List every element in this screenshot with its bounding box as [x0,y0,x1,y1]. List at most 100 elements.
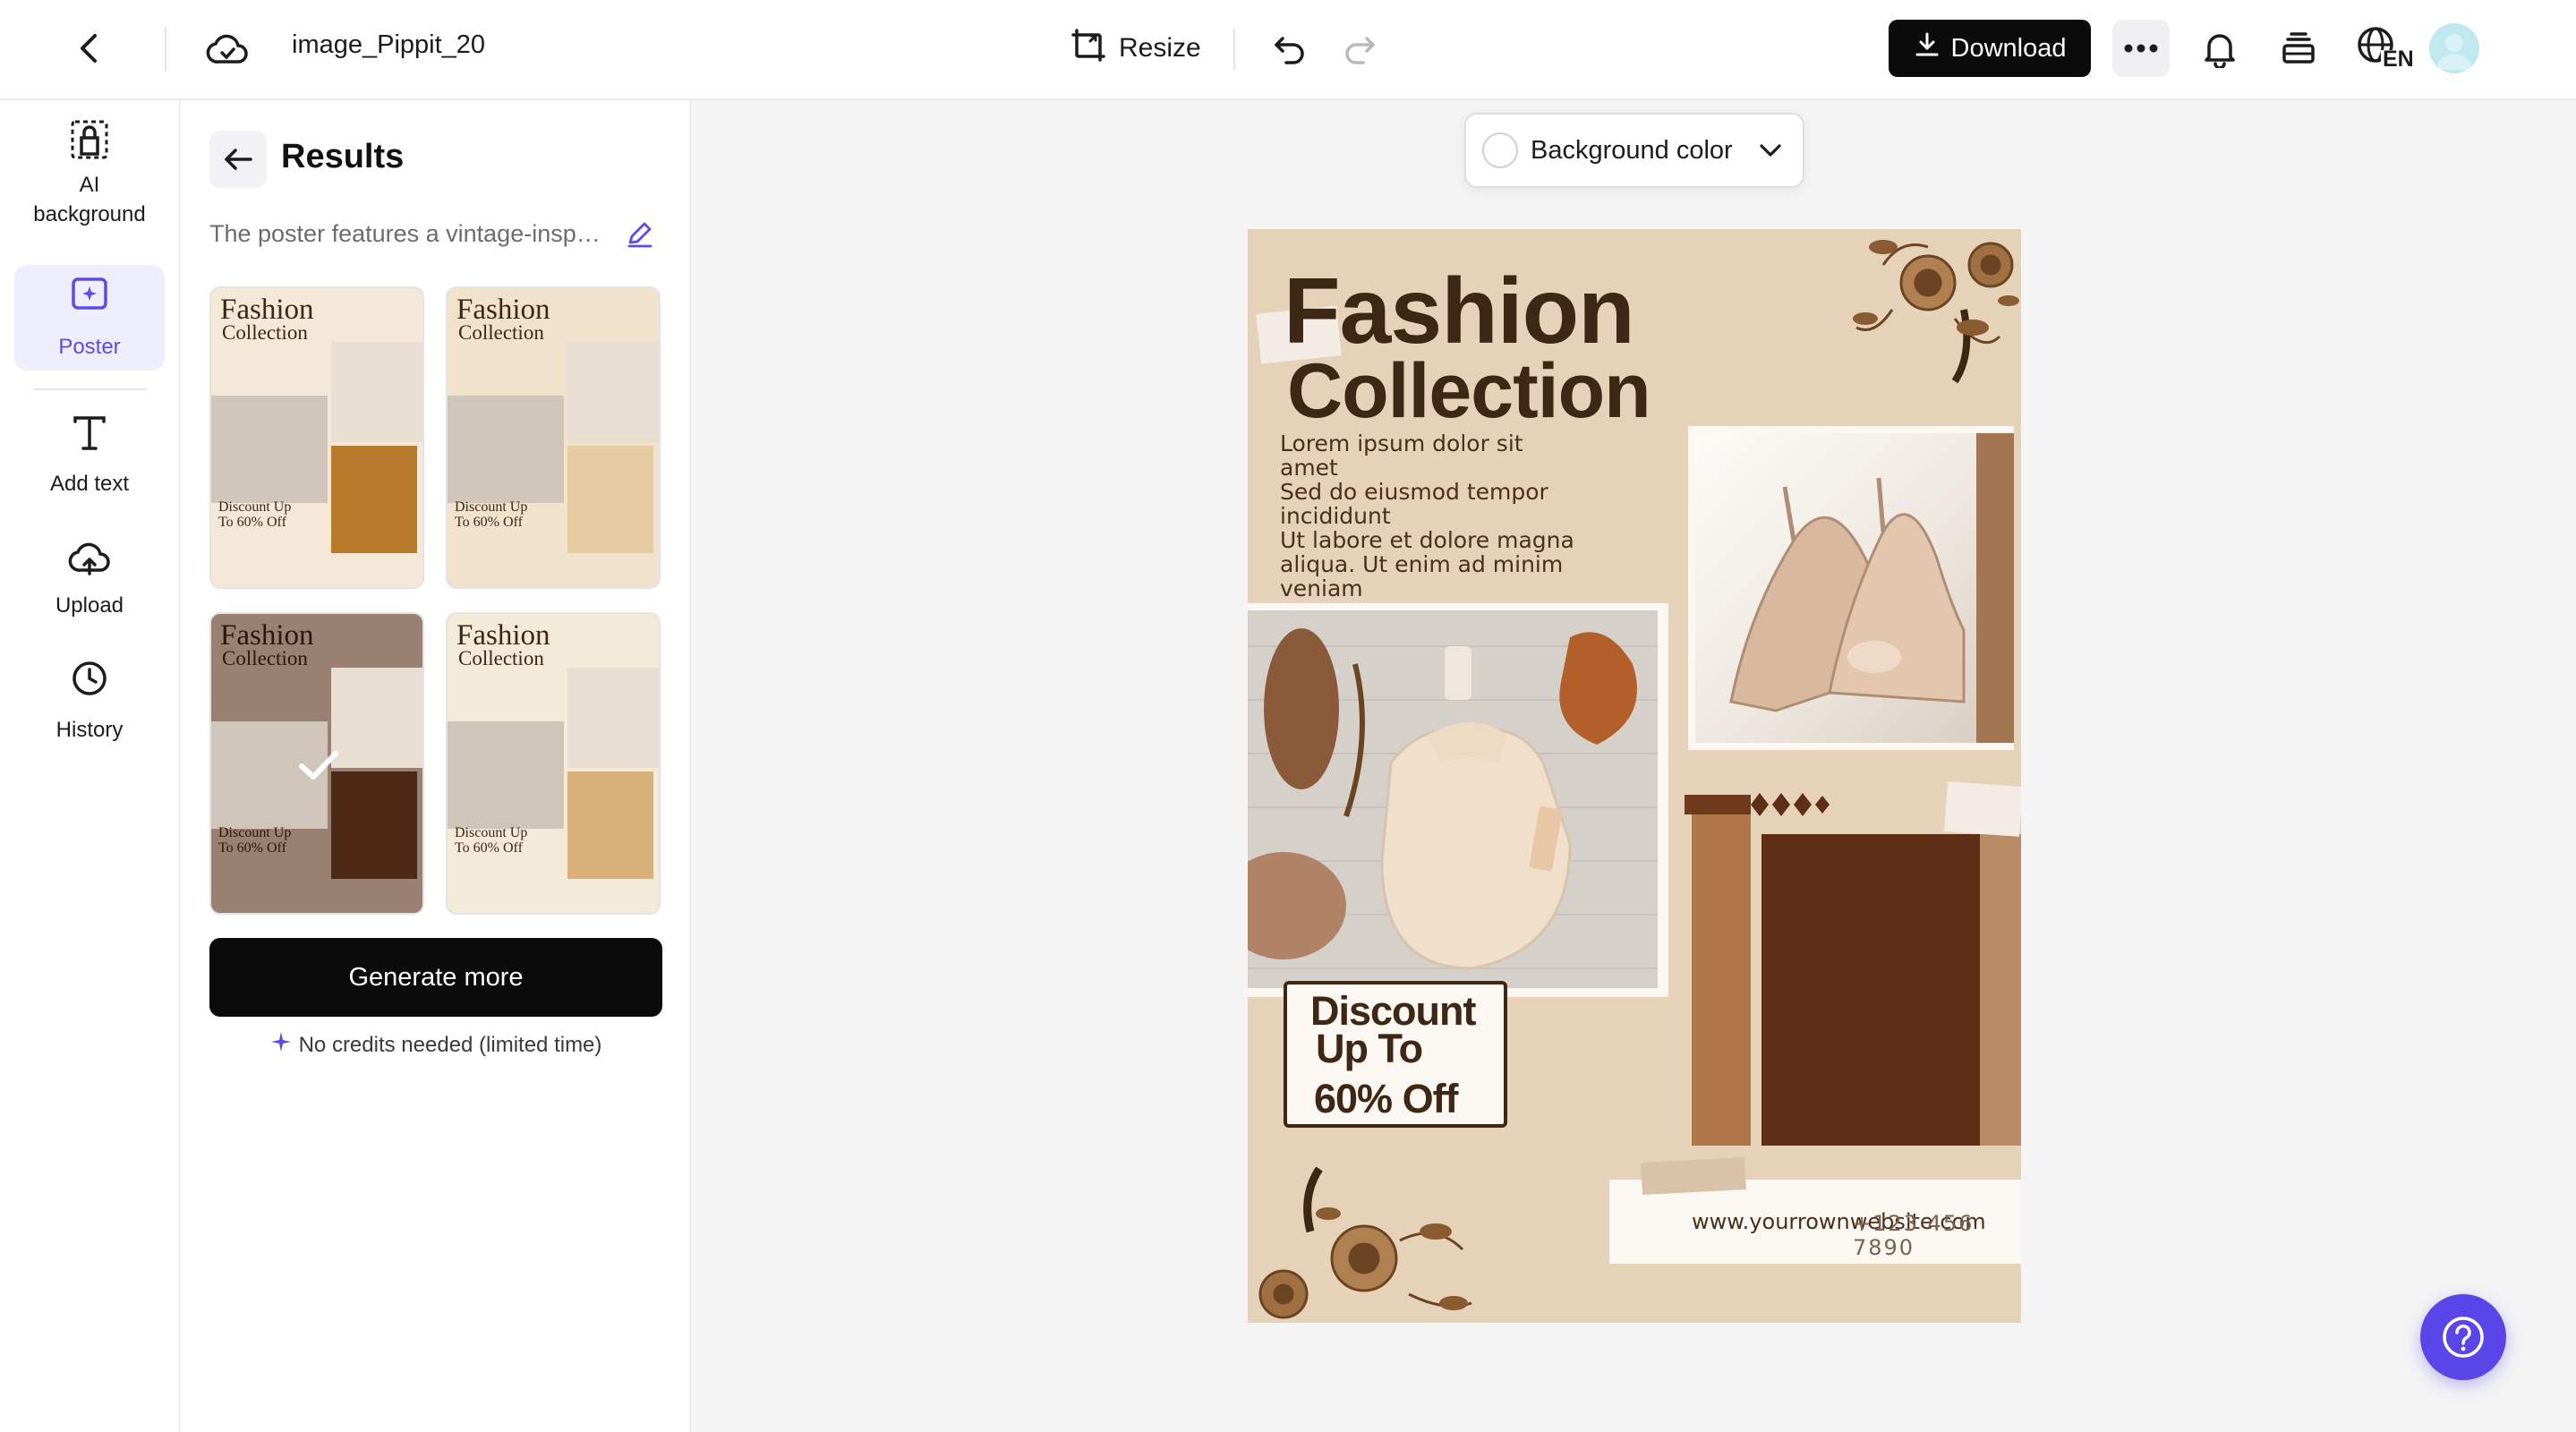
top-bar: image_Pippit_20 Resize Download EN [0,0,2576,100]
thumbnail-title: Fashion [220,294,314,326]
selected-checkmark-icon [297,748,340,787]
rail-item-poster[interactable]: Poster [14,265,165,371]
thumbnail-panel [331,446,417,553]
edit-pencil-icon[interactable] [625,218,655,253]
tan-panel [1692,814,1751,1146]
thumbnail-discount: Discount Up To 60% Off [455,825,528,856]
rail-item-upload[interactable]: Upload [14,528,165,632]
resize-icon [1070,27,1106,70]
tape-strip [1641,1156,1746,1196]
history-clock-icon [70,659,109,706]
resize-label: Resize [1119,33,1201,63]
brown-panel[interactable] [1761,834,1980,1146]
thumbnail-subtitle: Collection [222,321,308,344]
chevron-down-icon [1758,136,1783,166]
prompt-summary: The poster features a vintage-inspired d… [209,220,603,247]
arrow-left-icon [225,149,252,170]
diamond-ornament [1751,793,1830,816]
thumbnail-photo [567,668,659,768]
torn-paper-strip [1944,781,2021,837]
color-swatch [1482,132,1518,168]
poster-body-line: veniam [1280,575,1363,601]
download-button[interactable]: Download [1889,20,2091,77]
result-thumbnail[interactable]: Fashion Collection Discount Up To 60% Of… [446,612,661,915]
thumbnail-title: Fashion [456,294,550,326]
poster-body-line: aliqua. Ut enim ad minim [1280,551,1564,577]
discount-line2: Up To [1316,1026,1423,1071]
results-panel: Results The poster features a vintage-in… [181,100,691,1432]
undo-icon[interactable] [1267,27,1312,72]
thumbnail-title: Fashion [220,619,314,652]
rail-divider [34,388,147,390]
poster-icon [70,274,109,321]
thumbnail-photo [448,396,564,503]
ai-background-icon [69,118,110,169]
back-arrow-icon[interactable] [66,25,113,72]
resize-button[interactable]: Resize [1070,25,1201,72]
poster-canvas[interactable]: Fashion Collection Lorem ipsum dolor sit… [1248,229,2021,1323]
download-icon [1914,31,1941,65]
shoes-photo[interactable] [1695,433,1976,743]
file-name[interactable]: image_Pippit_20 [292,30,485,60]
rail-item-add-text[interactable]: Add text [14,405,165,508]
thumbnail-photo [331,342,422,442]
cloud-sync-icon[interactable] [202,27,252,72]
thumbnail-panel [567,446,653,553]
thumbnail-discount: Discount Up To 60% Off [218,825,292,856]
text-icon [72,414,107,460]
panel-title: Results [281,138,405,175]
floral-corner-top-right [1853,240,2019,384]
poster-title-line1[interactable]: Fashion [1284,265,1635,358]
result-thumbnail[interactable]: Fashion Collection Discount Up To 60% Of… [209,612,424,915]
flatlay-photo[interactable] [1248,610,1658,988]
sparkle-icon [270,1031,292,1059]
thumbnail-discount: Discount Up To 60% Off [455,499,528,530]
discount-line3: 60% Off [1314,1076,1459,1121]
thumbnail-photo [448,721,564,829]
floral-corner-bottom-left [1258,1166,1472,1319]
poster-body-line: incididunt [1280,503,1391,529]
language-code: EN [2383,47,2414,72]
brown-accent-bar [1976,433,2014,743]
brown-tab [1685,795,1751,814]
poster-body-line: Lorem ipsum dolor sit [1280,430,1523,456]
thumbnail-title: Fashion [456,619,550,652]
background-color-button[interactable]: Background color [1464,113,1804,188]
thumbnail-discount: Discount Up To 60% Off [218,499,292,530]
header-divider [1233,29,1235,70]
help-button[interactable] [2420,1294,2506,1380]
language-globe-icon[interactable]: EN [2354,23,2414,75]
generate-more-button[interactable]: Generate more [209,938,662,1017]
result-thumbnail[interactable]: Fashion Collection Discount Up To 60% Of… [209,286,424,589]
more-dots-icon [2124,44,2158,53]
poster-title-line2[interactable]: Collection [1287,351,1651,431]
poster-body-line: amet [1280,455,1338,481]
rail-label: Add text [49,471,130,496]
thumbnail-panel [331,771,417,879]
tan-edge-panel [1980,834,2021,1146]
poster-body-line: Ut labore et dolore magna [1280,527,1574,553]
notification-bell-icon[interactable] [2196,25,2243,72]
tool-rail: AI background Poster Add text Upload His… [0,100,181,1432]
result-thumbnail[interactable]: Fashion Collection Discount Up To 60% Of… [446,286,661,589]
layers-stack-icon[interactable] [2275,25,2322,72]
background-color-label: Background color [1531,135,1733,165]
discount-badge[interactable]: Discount Up To 60% Off [1284,981,1507,1128]
rail-label: Poster [58,334,121,359]
rail-label: AI background [33,173,146,226]
more-options-button[interactable] [2112,20,2170,77]
thumbnail-photo [331,668,422,768]
user-avatar[interactable] [2429,23,2479,73]
thumbnail-photo [567,342,659,442]
thumbnail-subtitle: Collection [458,647,544,669]
help-question-icon [2443,1317,2484,1358]
thumbnail-subtitle: Collection [458,321,544,344]
header-divider [165,27,166,72]
redo-icon[interactable] [1337,27,1382,72]
poster-phone[interactable]: +123 456 7890 [1853,1212,2021,1260]
rail-item-history[interactable]: History [14,650,165,754]
poster-body-text[interactable]: Lorem ipsum dolor sit amet Sed do eiusmod … [1280,431,1620,601]
rail-item-ai-background[interactable]: AI background [14,120,165,226]
upload-cloud-icon [67,540,112,585]
results-back-button[interactable] [209,131,267,188]
